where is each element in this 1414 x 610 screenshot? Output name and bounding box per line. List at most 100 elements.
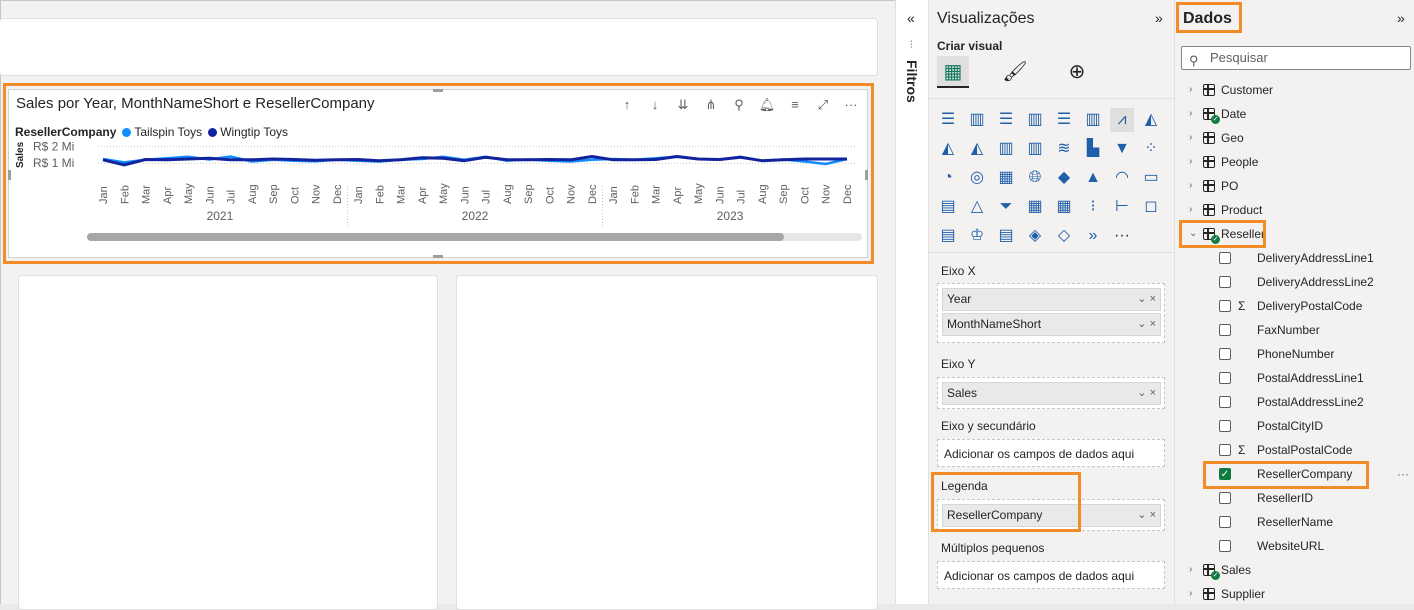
line-stacked-column-icon[interactable]: ▥	[1023, 137, 1047, 161]
empty-visual-left[interactable]	[18, 275, 438, 610]
bell-icon[interactable]: 🔔︎	[757, 96, 777, 114]
format-visual-tab-icon[interactable]: 🖌︎	[999, 56, 1031, 88]
qa-icon[interactable]: ◻	[1139, 195, 1163, 219]
chevron-right-icon[interactable]: ›	[1189, 126, 1192, 150]
clustered-bar-icon[interactable]: ☰	[994, 108, 1018, 132]
paginated-report-icon[interactable]: ▤	[994, 224, 1018, 248]
arrow-down-icon[interactable]: ↓	[645, 96, 665, 114]
checkbox[interactable]	[1219, 300, 1231, 312]
azure-map-icon[interactable]: ▲	[1081, 166, 1105, 190]
field-chip-resellercompany[interactable]: ResellerCompany ⌄ ×	[942, 504, 1161, 527]
key-influencers-icon[interactable]: ⁝	[1081, 195, 1105, 219]
ribbon-chart-icon[interactable]: ≋	[1052, 137, 1076, 161]
resize-handle[interactable]	[433, 89, 443, 92]
decomposition-tree-icon[interactable]: ⊢	[1110, 195, 1134, 219]
field-deliveryaddressline1[interactable]: DeliveryAddressLine1	[1175, 246, 1414, 270]
resize-handle[interactable]	[865, 170, 868, 180]
chip-controls-icon[interactable]: ⌄ ×	[1137, 314, 1156, 335]
field-postaladdressline2[interactable]: PostalAddressLine2	[1175, 390, 1414, 414]
field-faxnumber[interactable]: FaxNumber	[1175, 318, 1414, 342]
double-arrow-down-icon[interactable]: ⇊	[673, 96, 693, 114]
filled-map-icon[interactable]: ◆	[1052, 166, 1076, 190]
x-axis-well[interactable]: Year ⌄ × MonthNameShort ⌄ ×	[937, 283, 1165, 343]
more-visuals-icon[interactable]: ···	[1110, 224, 1134, 248]
chevrons-icon[interactable]: »	[1081, 224, 1105, 248]
chevron-right-icon[interactable]: ›	[1189, 102, 1192, 126]
filter-icon[interactable]: ≡	[785, 96, 805, 114]
expand-right-icon[interactable]: »	[1397, 10, 1405, 26]
legend-item-wingtip[interactable]: Wingtip Toys	[208, 125, 288, 139]
field-resellername[interactable]: ResellerName	[1175, 510, 1414, 534]
table-sales[interactable]: › ✓ Sales	[1175, 558, 1414, 582]
100-area-icon[interactable]: ◭	[965, 137, 989, 161]
checkbox[interactable]	[1219, 324, 1231, 336]
chevron-right-icon[interactable]: ›	[1189, 558, 1192, 582]
power-apps-icon[interactable]: ◈	[1023, 224, 1047, 248]
resize-handle[interactable]	[433, 255, 443, 258]
filters-label[interactable]: Filtros	[904, 60, 920, 103]
chip-controls-icon[interactable]: ⌄ ×	[1137, 505, 1156, 526]
field-resellerid[interactable]: ResellerID	[1175, 486, 1414, 510]
table-supplier[interactable]: › Supplier	[1175, 582, 1414, 606]
field-postalcityid[interactable]: PostalCityID	[1175, 414, 1414, 438]
checkbox[interactable]	[1219, 492, 1231, 504]
chip-controls-icon[interactable]: ⌄ ×	[1137, 383, 1156, 404]
checkbox[interactable]	[1219, 444, 1231, 456]
table-customer[interactable]: › Customer	[1175, 78, 1414, 102]
field-resellercompany[interactable]: ✓ ResellerCompany ···	[1175, 462, 1414, 486]
legend-well[interactable]: ResellerCompany ⌄ ×	[937, 499, 1165, 531]
checked-checkbox[interactable]: ✓	[1219, 468, 1231, 480]
field-chip-monthnameshort[interactable]: MonthNameShort ⌄ ×	[942, 313, 1161, 336]
chevron-right-icon[interactable]: ›	[1189, 174, 1192, 198]
arrow-up-icon[interactable]: ↑	[617, 96, 637, 114]
stacked-area-icon[interactable]: ◭	[936, 137, 960, 161]
area-chart-icon[interactable]: ◭	[1139, 108, 1163, 132]
filters-pane-collapsed[interactable]: « ⫶ Filtros	[895, 0, 928, 604]
donut-chart-icon[interactable]: ◎	[965, 166, 989, 190]
funnel-icon[interactable]: ▼	[1110, 137, 1134, 161]
stacked-bar-icon[interactable]: ☰	[936, 108, 960, 132]
field-postaladdressline1[interactable]: PostalAddressLine1	[1175, 366, 1414, 390]
line-chart-visual[interactable]: Sales por Year, MonthNameShort e Reselle…	[8, 89, 868, 258]
table-reseller[interactable]: ⌄ ✓ Reseller	[1175, 222, 1414, 246]
small-multiples-well[interactable]: Adicionar os campos de dados aqui	[937, 561, 1165, 589]
multi-row-card-icon[interactable]: ▤	[936, 195, 960, 219]
goals-icon[interactable]: ♔	[965, 224, 989, 248]
field-deliverypostalcode[interactable]: Σ DeliveryPostalCode	[1175, 294, 1414, 318]
chevron-right-icon[interactable]: ›	[1189, 78, 1192, 102]
field-deliveryaddressline2[interactable]: DeliveryAddressLine2	[1175, 270, 1414, 294]
checkbox[interactable]	[1219, 540, 1231, 552]
card-icon[interactable]: ▭	[1139, 166, 1163, 190]
more-options-icon[interactable]: ···	[1397, 462, 1409, 486]
field-chip-year[interactable]: Year ⌄ ×	[942, 288, 1161, 311]
checkbox[interactable]	[1219, 372, 1231, 384]
resize-handle[interactable]	[8, 170, 11, 180]
line-clustered-column-icon[interactable]: ▥	[994, 137, 1018, 161]
focus-mode-icon[interactable]: ⤢	[813, 96, 833, 114]
waterfall-icon[interactable]: ▙	[1081, 137, 1105, 161]
scatter-icon[interactable]: ⁘	[1139, 137, 1163, 161]
field-postalpostalcode[interactable]: Σ PostalPostalCode	[1175, 438, 1414, 462]
treemap-icon[interactable]: ▦	[994, 166, 1018, 190]
expand-hierarchy-icon[interactable]: ⋔	[701, 96, 721, 114]
smart-narrative-icon[interactable]: ▤	[936, 224, 960, 248]
analytics-tab-icon[interactable]: ⊕	[1061, 56, 1093, 88]
empty-visual-right[interactable]	[456, 275, 878, 610]
stacked-column-icon[interactable]: ▥	[965, 108, 989, 132]
table-geo[interactable]: › Geo	[1175, 126, 1414, 150]
checkbox[interactable]	[1219, 276, 1231, 288]
chevron-right-icon[interactable]: ›	[1189, 582, 1192, 606]
build-visual-tab-icon[interactable]: ▦	[937, 56, 969, 88]
100-bar-icon[interactable]: ☰	[1052, 108, 1076, 132]
kpi-icon[interactable]: △	[965, 195, 989, 219]
100-column-icon[interactable]: ▥	[1081, 108, 1105, 132]
gauge-icon[interactable]: ◠	[1110, 166, 1134, 190]
checkbox[interactable]	[1219, 252, 1231, 264]
top-card[interactable]	[0, 18, 878, 76]
legend-item-tailspin[interactable]: Tailspin Toys	[122, 125, 202, 139]
map-icon[interactable]: 🌐︎	[1023, 166, 1047, 190]
table-visual-icon[interactable]: ▦	[1023, 195, 1047, 219]
chevron-right-icon[interactable]: ›	[1189, 150, 1192, 174]
matrix-icon[interactable]: ▦	[1052, 195, 1076, 219]
chip-controls-icon[interactable]: ⌄ ×	[1137, 289, 1156, 310]
